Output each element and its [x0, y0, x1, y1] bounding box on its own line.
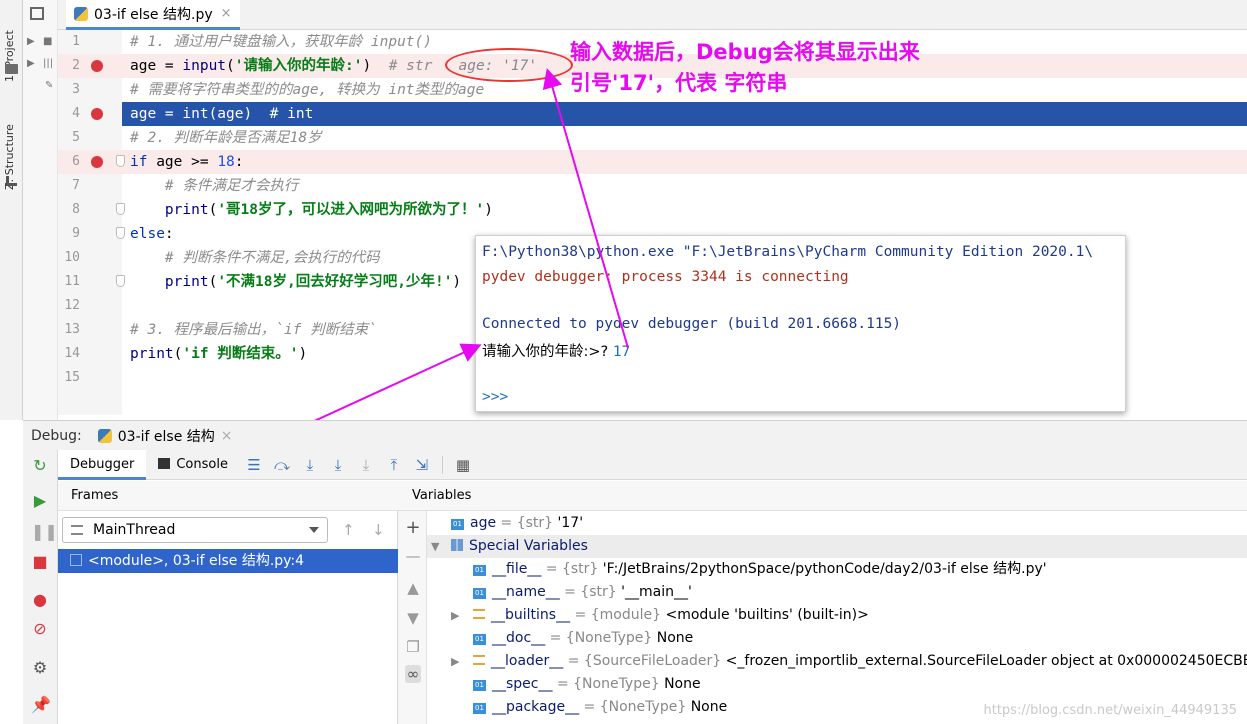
frames-header: Frames [58, 481, 398, 511]
variable-val: None [664, 676, 701, 692]
frame-up-icon[interactable]: ↑ [342, 521, 355, 539]
step-over-icon[interactable]: ⤼ [271, 456, 293, 474]
frame-icon [70, 554, 82, 566]
primitive-var-icon: 01 [451, 519, 464, 530]
frames-panel: MainThread ↑ ↓ <module>, 03-if else 结构.p… [58, 511, 398, 724]
variable-row[interactable]: ▶ __builtins__ = {module} <module 'builti… [427, 604, 1247, 627]
evaluate-expression-icon[interactable]: ▦ [452, 456, 474, 474]
variable-type: = {str} [496, 515, 558, 531]
variable-val: None [690, 699, 728, 715]
variable-type: = {NoneType} [552, 676, 665, 692]
force-step-into-icon[interactable]: ⤓ [355, 456, 377, 474]
variable-row[interactable]: 01 __spec__ = {NoneType} None [427, 673, 1247, 696]
glasses-icon[interactable]: ∞ [405, 665, 421, 683]
step-into-icon[interactable]: ⤓ [299, 456, 321, 474]
variables-panel: 01 age = {str} '17' ▼ Special Variables 01 __… [427, 511, 1247, 724]
thread-select-value: MainThread [93, 522, 176, 538]
chevron-right-icon[interactable]: ▶ [451, 604, 459, 627]
rerun-icon[interactable]: ↻ [31, 457, 49, 475]
move-up-icon[interactable]: ▲ [405, 579, 421, 597]
arrow-to-age-value [542, 68, 629, 349]
stop-icon[interactable]: ■ [31, 553, 49, 571]
primitive-var-icon: 01 [473, 703, 486, 714]
variable-type: = {module} [570, 607, 666, 623]
debug-run-tab[interactable]: 03-if else 结构 × [97, 426, 233, 446]
variable-row[interactable]: 01 age = {str} '17' [427, 512, 1247, 535]
variable-row[interactable]: 01 __doc__ = {NoneType} None [427, 627, 1247, 650]
thread-select[interactable]: MainThread [62, 517, 328, 543]
primitive-var-icon: 01 [473, 565, 486, 576]
tab-debugger[interactable]: Debugger [58, 449, 147, 480]
python-file-icon [97, 428, 112, 443]
console-icon [158, 457, 171, 469]
variable-row[interactable]: 01 __name__ = {str} '__main__' [427, 581, 1247, 604]
thread-icon [71, 525, 83, 535]
pause-icon[interactable]: ❚❚ [31, 523, 58, 541]
variable-name: __file__ [492, 561, 542, 577]
tab-console[interactable]: Console [146, 450, 240, 480]
variable-row[interactable]: ▼ Special Variables [427, 535, 1247, 558]
resume-icon[interactable]: ▶ [31, 492, 49, 510]
variable-type: = {NoneType} [579, 699, 691, 715]
variable-name: __loader__ [491, 653, 564, 669]
primitive-var-icon: 01 [473, 634, 486, 645]
mute-breakpoints-icon[interactable]: ⊘ [31, 620, 49, 638]
add-watch-icon[interactable]: + [405, 517, 421, 538]
debug-side-toolbar: ↻ ▶ ❚❚ ■ ● ⊘ ⚙ 📌 [23, 450, 58, 724]
variable-row[interactable]: 01 __file__ = {str} 'F:/JetBrains/2python… [427, 558, 1247, 581]
show-execution-point-icon[interactable]: ☰ [243, 456, 265, 474]
close-icon[interactable]: × [221, 428, 233, 444]
tab-console-label: Console [176, 456, 228, 472]
variable-type: = {NoneType} [545, 630, 657, 646]
move-down-icon[interactable]: ▼ [405, 609, 421, 627]
object-var-icon [473, 609, 485, 619]
run-to-cursor-icon[interactable]: ⇲ [411, 456, 433, 474]
variable-row[interactable]: ▶ __loader__ = {SourceFileLoader} <_froze… [427, 650, 1247, 673]
variable-val: <_frozen_importlib_external.SourceFileLo… [725, 653, 1247, 669]
variable-name: Special Variables [469, 538, 588, 554]
toolbar-divider [441, 455, 443, 474]
variable-name: age [470, 515, 497, 531]
debug-header: Debug: 03-if else 结构 × [23, 420, 1247, 450]
frame-label: <module>, 03-if else 结构.py:4 [88, 553, 305, 569]
debug-label: Debug: [31, 427, 82, 444]
gear-icon[interactable]: ⚙ [31, 659, 49, 677]
variable-type: = {str} [559, 584, 622, 600]
step-out-icon[interactable]: ⤒ [383, 456, 405, 474]
watermark: https://blog.csdn.net/weixin_44949135 [983, 703, 1237, 718]
variable-val: <module 'builtins' (built-in)> [665, 607, 869, 623]
variable-val: '17' [557, 515, 584, 531]
special-vars-icon [451, 539, 463, 551]
variable-type: = {str} [541, 561, 603, 577]
primitive-var-icon: 01 [473, 680, 486, 691]
remove-watch-icon[interactable]: — [405, 547, 421, 565]
variable-val: None [656, 630, 694, 646]
variables-header: Variables [398, 481, 1247, 511]
chevron-down-icon[interactable]: ▼ [431, 535, 439, 558]
variable-type: = {SourceFileLoader} [563, 653, 726, 669]
variable-val: 'F:/JetBrains/2pythonSpace/pythonCode/da… [602, 561, 1047, 577]
copy-icon[interactable]: ❐ [405, 638, 421, 656]
chevron-down-icon [309, 527, 319, 533]
debug-toolbar: Debugger Console ☰ ⤼ ⤓ ⤓ ⤓ ⤒ ⇲ ▦ [58, 449, 1247, 480]
frame-down-icon[interactable]: ↓ [372, 521, 385, 539]
variable-name: __spec__ [492, 676, 553, 692]
primitive-var-icon: 01 [473, 588, 486, 599]
debug-run-tab-label: 03-if else 结构 [117, 428, 215, 445]
variable-name: __builtins__ [491, 607, 571, 623]
variable-name: __doc__ [492, 630, 546, 646]
chevron-right-icon[interactable]: ▶ [451, 650, 459, 673]
step-into-my-code-icon[interactable]: ⤓ [327, 456, 349, 474]
variable-val: '__main__' [621, 584, 692, 600]
variable-name: __package__ [492, 699, 580, 715]
view-breakpoints-icon[interactable]: ● [31, 591, 49, 609]
frame-row[interactable]: <module>, 03-if else 结构.py:4 [58, 549, 398, 573]
pin-icon[interactable]: 📌 [31, 696, 51, 714]
variables-side-toolbar: + — ▲ ▼ ❐ ∞ [398, 511, 427, 724]
variable-name: __name__ [492, 584, 560, 600]
object-var-icon [473, 655, 485, 665]
